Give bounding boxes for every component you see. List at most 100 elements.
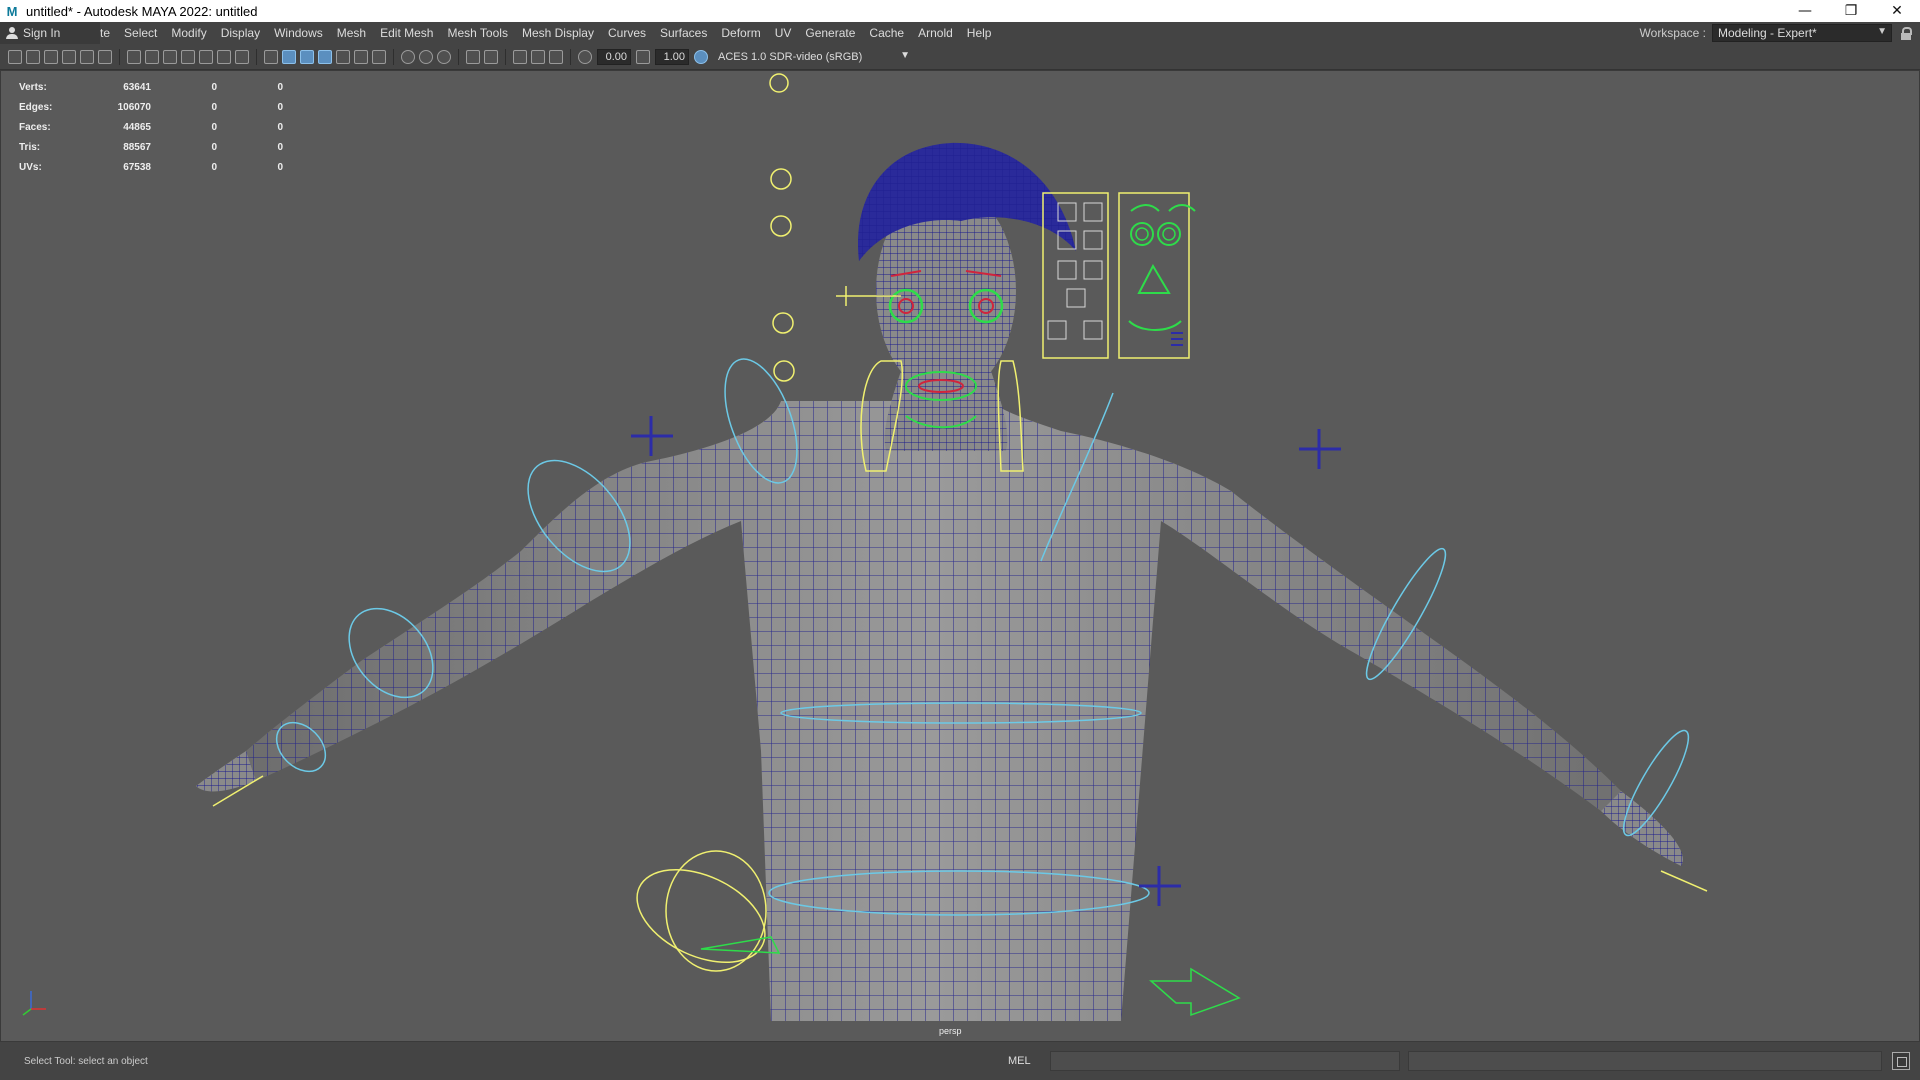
2d-pan-zoom-icon[interactable] xyxy=(80,49,94,64)
bookmarks-icon[interactable] xyxy=(44,49,58,64)
viewport-toolbar: 0.00 1.00 ACES 1.0 SDR-video (sRGB) ▼ xyxy=(0,44,1920,70)
help-line: Select Tool: select an object MEL xyxy=(0,1042,1920,1080)
restore-button[interactable]: ❐ xyxy=(1828,0,1874,22)
gamma-icon[interactable] xyxy=(636,49,650,64)
use-all-lights-icon[interactable] xyxy=(354,49,368,64)
menu-uv[interactable]: UV xyxy=(768,22,799,44)
gate-mask-icon[interactable] xyxy=(181,49,195,64)
hud-value: 0 xyxy=(211,121,217,133)
menu-modify[interactable]: Modify xyxy=(164,22,213,44)
anti-aliasing-icon[interactable] xyxy=(437,49,451,64)
safe-action-icon[interactable] xyxy=(217,49,231,64)
color-space-value: ACES 1.0 SDR-video (sRGB) xyxy=(718,50,863,63)
default-material-icon[interactable] xyxy=(300,49,314,64)
hud-row-uvs: UVs: 67538 0 0 xyxy=(19,157,283,177)
face-control-panel[interactable] xyxy=(1042,192,1196,359)
menu-deform[interactable]: Deform xyxy=(714,22,767,44)
backface-culling-icon[interactable] xyxy=(549,49,563,64)
workspace-label: Workspace : xyxy=(1639,26,1706,40)
vertical-controllers[interactable] xyxy=(769,73,795,382)
wireframe-on-shaded-icon[interactable] xyxy=(318,49,332,64)
hud-value: 0 xyxy=(211,81,217,93)
close-button[interactable]: ✕ xyxy=(1874,0,1920,22)
hud-value: 0 xyxy=(277,81,283,93)
menu-surfaces[interactable]: Surfaces xyxy=(653,22,714,44)
camera-name-label: persp xyxy=(939,1026,962,1036)
scene-canvas[interactable] xyxy=(1,71,1919,1041)
grease-pencil-icon[interactable] xyxy=(98,49,112,64)
workspace-selector: Workspace : Modeling - Expert* ▼ xyxy=(1640,22,1920,44)
green-curve-controller[interactable] xyxy=(700,936,781,954)
camera-attributes-icon[interactable] xyxy=(26,49,40,64)
hud-value: 63641 xyxy=(123,81,151,93)
lock-icon[interactable] xyxy=(1896,24,1916,42)
chevron-down-icon: ▼ xyxy=(900,49,910,61)
menu-arnold[interactable]: Arnold xyxy=(911,22,960,44)
textured-icon[interactable] xyxy=(336,49,350,64)
view-axis-icon xyxy=(22,991,46,1016)
menu-select[interactable]: Select xyxy=(117,22,164,44)
wireframe-icon[interactable] xyxy=(264,49,278,64)
isolate-select-icon[interactable] xyxy=(466,49,480,64)
viewport-panel[interactable]: Verts: 63641 0 0 Edges: 106070 0 0 Faces… xyxy=(0,70,1920,1042)
motion-blur-icon[interactable] xyxy=(419,49,433,64)
mel-language-toggle[interactable]: MEL xyxy=(1008,1055,1044,1067)
minimize-button[interactable]: — xyxy=(1782,0,1828,22)
menu-edit-mesh[interactable]: Edit Mesh xyxy=(373,22,440,44)
script-editor-icon[interactable] xyxy=(1892,1052,1910,1070)
hud-value: 0 xyxy=(277,121,283,133)
resolution-gate-icon[interactable] xyxy=(163,49,177,64)
menu-file-partial[interactable]: te xyxy=(100,22,117,44)
workspace-dropdown[interactable]: Modeling - Expert* ▼ xyxy=(1712,24,1892,42)
safe-title-icon[interactable] xyxy=(235,49,249,64)
menu-generate[interactable]: Generate xyxy=(798,22,862,44)
exposure-icon[interactable] xyxy=(578,49,592,64)
character-mesh[interactable] xyxy=(196,142,1683,1021)
menu-mesh[interactable]: Mesh xyxy=(330,22,373,44)
gamma-field[interactable]: 1.00 xyxy=(655,48,689,65)
toolbar-separator xyxy=(505,48,506,65)
menu-display[interactable]: Display xyxy=(214,22,267,44)
grid-icon[interactable] xyxy=(127,49,141,64)
menu-mesh-display[interactable]: Mesh Display xyxy=(515,22,601,44)
ambient-occlusion-icon[interactable] xyxy=(401,49,415,64)
smooth-shade-icon[interactable] xyxy=(282,49,296,64)
menu-mesh-tools[interactable]: Mesh Tools xyxy=(440,22,514,44)
hud-value: 88567 xyxy=(123,141,151,153)
hud-label: UVs: xyxy=(19,161,42,173)
title-bar: M untitled* - Autodesk MAYA 2022: untitl… xyxy=(0,0,1920,22)
move-arrow-controller[interactable] xyxy=(1149,967,1241,1017)
hud-row-verts: Verts: 63641 0 0 xyxy=(19,77,283,97)
hud-value: 67538 xyxy=(123,161,151,173)
xray-joints-icon[interactable] xyxy=(531,49,545,64)
color-management-icon[interactable] xyxy=(694,49,708,64)
hud-row-faces: Faces: 44865 0 0 xyxy=(19,117,283,137)
shadows-icon[interactable] xyxy=(372,49,386,64)
window-title: untitled* - Autodesk MAYA 2022: untitled xyxy=(26,3,258,19)
sign-in-label: Sign In xyxy=(23,26,61,40)
image-plane-icon[interactable] xyxy=(62,49,76,64)
sign-in-button[interactable]: Sign In xyxy=(0,22,100,44)
menu-windows[interactable]: Windows xyxy=(267,22,330,44)
hud-value: 0 xyxy=(211,101,217,113)
menu-curves[interactable]: Curves xyxy=(601,22,653,44)
film-gate-icon[interactable] xyxy=(145,49,159,64)
xray-active-components-icon[interactable] xyxy=(513,49,527,64)
hud-label: Verts: xyxy=(19,81,47,93)
color-space-dropdown[interactable]: ACES 1.0 SDR-video (sRGB) ▼ xyxy=(714,47,914,66)
exposure-field[interactable]: 0.00 xyxy=(597,48,631,65)
window-controls: — ❐ ✕ xyxy=(1782,0,1920,22)
select-camera-icon[interactable] xyxy=(8,49,22,64)
menu-cache[interactable]: Cache xyxy=(862,22,911,44)
command-line-input[interactable] xyxy=(1050,1051,1400,1071)
menu-help[interactable]: Help xyxy=(960,22,999,44)
hud-row-edges: Edges: 106070 0 0 xyxy=(19,97,283,117)
hud-value: 0 xyxy=(211,141,217,153)
hud-value: 44865 xyxy=(123,121,151,133)
help-text: Select Tool: select an object xyxy=(24,1055,148,1067)
field-chart-icon[interactable] xyxy=(199,49,213,64)
x-ray-icon[interactable] xyxy=(484,49,498,64)
poly-count-hud: Verts: 63641 0 0 Edges: 106070 0 0 Faces… xyxy=(19,77,283,177)
toolbar-separator xyxy=(119,48,120,65)
user-icon xyxy=(6,27,18,39)
